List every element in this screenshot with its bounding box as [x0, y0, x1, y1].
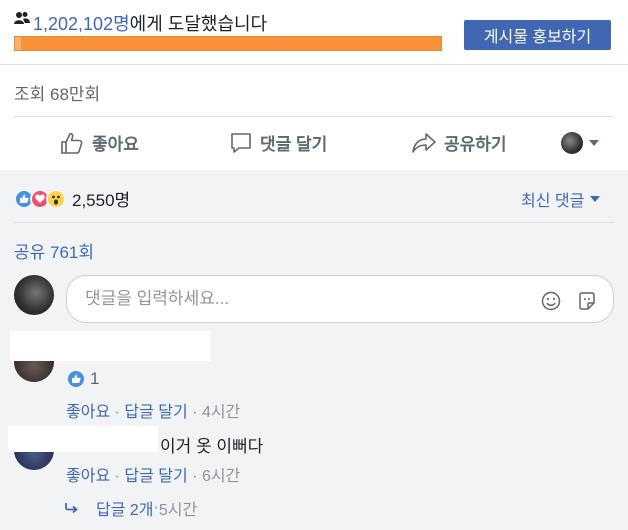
reach-header: 1,202,102명에게 도달했습니다 게시물 홍보하기 [0, 0, 628, 64]
replies-time: 5시간 [158, 502, 198, 519]
reach-count: 1,202,102명 [33, 14, 130, 34]
comment-label: 댓글 달기 [260, 135, 328, 154]
like-button[interactable]: 좋아요 [60, 130, 139, 155]
wow-icon [46, 188, 66, 209]
sticker-icon[interactable] [577, 291, 597, 316]
comment-text: 이거 옷 이뻐다 [160, 437, 264, 456]
divider [14, 222, 614, 223]
comment-like-link[interactable]: 좋아요 [66, 468, 110, 485]
share-label: 공유하기 [444, 135, 507, 154]
reply-arrow-icon [65, 503, 78, 514]
comment-meta: 좋아요 · 답글 달기 · 6시간 [66, 468, 241, 485]
comment-reply-link[interactable]: 답글 달기 [124, 404, 187, 421]
comment-button[interactable]: 댓글 달기 [230, 130, 327, 155]
avatar [14, 275, 54, 315]
chevron-down-icon [590, 196, 601, 202]
comment-meta: 좋아요 · 답글 달기 · 4시간 [66, 404, 241, 421]
reaction-count: 2,550명 [72, 191, 131, 210]
emoji-icon[interactable] [541, 291, 561, 316]
reach-text: 1,202,102명에게 도달했습니다 [33, 10, 267, 36]
promote-post-button[interactable]: 게시물 홍보하기 [464, 20, 611, 50]
view-replies[interactable]: 답글 2개 · 5시간 [64, 496, 197, 520]
comment-sort-dropdown[interactable]: 최신 댓글 [521, 187, 601, 211]
redacted-name [8, 426, 158, 452]
replies-link[interactable]: 답글 2개 [96, 496, 154, 520]
action-bar: 좋아요 댓글 달기 공유하기 [0, 116, 628, 170]
redacted-name [10, 331, 210, 361]
reach-suffix: 에게 도달했습니다 [129, 14, 268, 34]
divider [0, 64, 628, 65]
comment-input-box[interactable] [66, 275, 614, 323]
comment-input[interactable] [85, 288, 525, 310]
reaction-summary[interactable]: 2,550명 [14, 186, 130, 211]
post-as-selector[interactable] [561, 132, 599, 154]
share-count[interactable]: 공유 761회 [14, 238, 94, 263]
comment-time[interactable]: 6시간 [202, 468, 240, 485]
share-icon [412, 132, 436, 153]
comment-time[interactable]: 4시간 [202, 404, 240, 421]
chevron-down-icon [589, 140, 599, 146]
comment-icon [231, 132, 251, 153]
comment-reply-link[interactable]: 답글 달기 [124, 468, 187, 485]
sort-label: 최신 댓글 [521, 193, 585, 210]
thumbs-up-icon [61, 132, 83, 154]
people-icon [14, 11, 30, 30]
comment-like-count: 1 [90, 369, 100, 388]
like-icon [66, 369, 86, 389]
avatar [561, 132, 583, 154]
reach-progress-bar [14, 36, 442, 51]
comment-reaction[interactable]: 1 [66, 369, 99, 389]
comment-like-link[interactable]: 좋아요 [66, 404, 110, 421]
share-button[interactable]: 공유하기 [412, 130, 507, 155]
view-count: 조회 68만회 [14, 85, 101, 104]
like-label: 좋아요 [92, 135, 139, 154]
